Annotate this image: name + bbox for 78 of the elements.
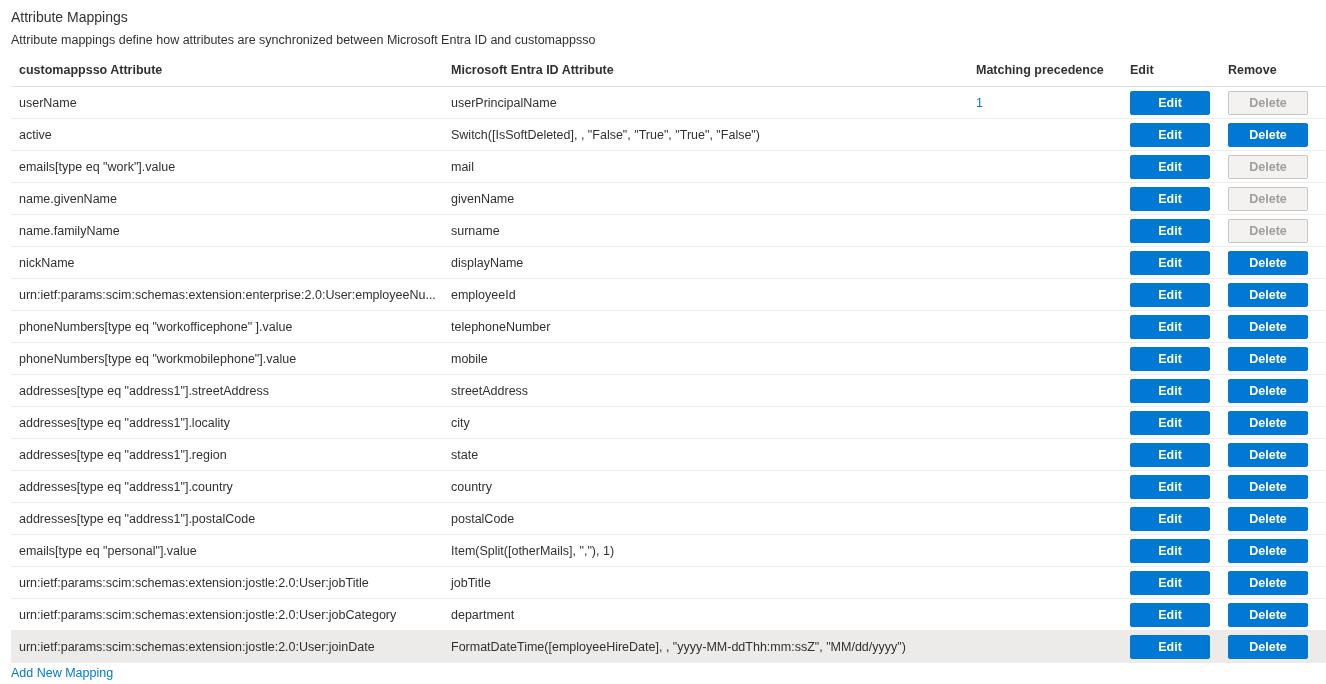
table-cell-text: addresses[type eq "address1"].country [18, 479, 234, 494]
table-cell-text: postalCode [450, 511, 516, 526]
edit-button[interactable]: Edit [1130, 314, 1210, 339]
table-cell-text: nickName [18, 255, 76, 270]
table-cell-text: employeeId [450, 287, 517, 302]
edit-button[interactable]: Edit [1130, 250, 1210, 275]
edit-button[interactable]: Edit [1130, 186, 1210, 211]
table-cell-text: addresses[type eq "address1"].postalCode [18, 511, 257, 526]
table-cell-text: country [450, 479, 493, 494]
table-cell-text: addresses[type eq "address1"].region [18, 447, 228, 462]
delete-button[interactable]: Delete [1228, 602, 1308, 627]
table-cell-text: phoneNumbers[type eq "workofficephone" ].value [18, 319, 294, 334]
delete-button[interactable]: Delete [1228, 314, 1308, 339]
table-cell-text: emails[type eq "personal"].value [18, 543, 198, 558]
table-cell-text: givenName [450, 191, 516, 206]
edit-button[interactable]: Edit [1130, 218, 1210, 243]
column-header: Remove [1227, 63, 1278, 77]
table-cell-text: surname [450, 223, 501, 238]
edit-button[interactable]: Edit [1130, 410, 1210, 435]
delete-button[interactable]: Delete [1228, 410, 1308, 435]
delete-button[interactable]: Delete [1228, 282, 1308, 307]
edit-button[interactable]: Edit [1130, 634, 1210, 659]
table-cell-text: name.givenName [18, 191, 118, 206]
delete-button[interactable]: Delete [1228, 634, 1308, 659]
column-header: Edit [1129, 63, 1155, 77]
table-cell-text: name.familyName [18, 223, 121, 238]
table-cell-text: userPrincipalName [450, 95, 558, 110]
column-header: Matching precedence [975, 63, 1105, 77]
table-cell-text: FormatDateTime([employeeHireDate], , "yyyy-MM-ddThh:mm:ssZ", "MM/dd/yyyy") [450, 639, 907, 654]
table-cell-text: streetAddress [450, 383, 530, 398]
edit-button[interactable]: Edit [1130, 474, 1210, 499]
table-cell-text: userName [18, 95, 78, 110]
edit-button[interactable]: Edit [1130, 90, 1210, 115]
edit-button[interactable]: Edit [1130, 122, 1210, 147]
edit-button[interactable]: Edit [1130, 282, 1210, 307]
delete-button[interactable]: Delete [1228, 250, 1308, 275]
table-cell-text: displayName [450, 255, 525, 270]
table-cell-text: state [450, 447, 480, 462]
edit-button[interactable]: Edit [1130, 378, 1210, 403]
delete-button[interactable]: Delete [1228, 506, 1308, 531]
edit-button[interactable]: Edit [1130, 570, 1210, 595]
delete-button[interactable]: Delete [1228, 346, 1308, 371]
table-cell-text: Item(Split([otherMails], ","), 1) [450, 543, 616, 558]
edit-button[interactable]: Edit [1130, 154, 1210, 179]
delete-button[interactable]: Delete [1228, 378, 1308, 403]
delete-button[interactable]: Delete [1228, 474, 1308, 499]
table-cell: 1 [976, 95, 983, 110]
section-title: Attribute Mappings [11, 8, 129, 26]
table-cell-text: department [450, 607, 516, 622]
edit-button[interactable]: Edit [1130, 346, 1210, 371]
table-cell-text: urn:ietf:params:scim:schemas:extension:jostle:2.0:User:jobTitle [18, 575, 370, 590]
table-cell-text: mobile [450, 351, 489, 366]
delete-button[interactable]: Delete [1228, 442, 1308, 467]
edit-button[interactable]: Edit [1130, 506, 1210, 531]
section-description: Attribute mappings define how attributes are synchronized between Microsoft Entra ID and customappsso [11, 32, 597, 49]
edit-button[interactable]: Edit [1130, 602, 1210, 627]
table-cell-text: city [450, 415, 471, 430]
table-cell-text: urn:ietf:params:scim:schemas:extension:enterprise:2.0:User:employeeNu... [18, 287, 437, 302]
table-cell-text: telephoneNumber [450, 319, 552, 334]
delete-button[interactable]: Delete [1228, 538, 1308, 563]
table-cell-text: phoneNumbers[type eq "workmobilephone"].value [18, 351, 298, 366]
table-cell-text: addresses[type eq "address1"].streetAddress [18, 383, 270, 398]
column-header: Microsoft Entra ID Attribute [450, 63, 615, 77]
highlighted-row[interactable]: urn:ietf:params:scim:schemas:extension:jostle:2.0:User:joinDate FormatDateTime([employeeHireDate], , "yyyy-MM-ddThh:mm:ssZ", "MM/dd/yyyy") Edit Delete [11, 631, 1326, 663]
table-cell-text: jobTitle [449, 575, 492, 590]
column-header: customappsso Attribute [18, 63, 164, 77]
table-cell-text: emails[type eq "work"].value [18, 159, 177, 174]
table-cell-text: mail [450, 159, 475, 174]
edit-button[interactable]: Edit [1130, 442, 1210, 467]
table-cell-text: addresses[type eq "address1"].locality [18, 415, 232, 430]
add-new-mapping-link[interactable]: Add New Mapping [11, 666, 114, 680]
delete-button[interactable]: Delete [1228, 570, 1308, 595]
table-cell-text: active [18, 127, 53, 142]
table-cell-text: urn:ietf:params:scim:schemas:extension:jostle:2.0:User:joinDate [18, 639, 376, 654]
edit-button[interactable]: Edit [1130, 538, 1210, 563]
table-cell-text: Switch([IsSoftDeleted], , "False", "True", "True", "False") [450, 127, 761, 142]
delete-button[interactable]: Delete [1228, 122, 1308, 147]
table-cell-text: urn:ietf:params:scim:schemas:extension:jostle:2.0:User:jobCategory [18, 607, 398, 622]
